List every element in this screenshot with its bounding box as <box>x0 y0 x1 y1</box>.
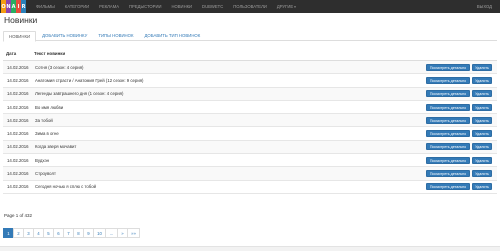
logo-letter: R <box>21 0 26 13</box>
page-link[interactable]: »» <box>127 228 140 238</box>
view-detail-button[interactable]: Посмотреть детально <box>426 116 470 124</box>
nav-menu: Фильмы Категории Реклама Предыстории Новинки… <box>31 4 301 9</box>
row-text: Во имя любви <box>35 104 64 110</box>
row-text: Вудхэн <box>35 157 50 163</box>
delete-button[interactable]: Удалить <box>472 183 492 191</box>
header-date: Дата <box>6 51 17 56</box>
logo[interactable]: ONAIR <box>1 0 26 13</box>
row-actions: Посмотреть детально Удалить <box>426 90 494 98</box>
tab[interactable]: Новинки <box>3 31 37 42</box>
nav-item[interactable]: Dubwetc <box>197 4 228 9</box>
row-text: Зима в огне <box>35 131 59 137</box>
row-text: За тобой <box>35 117 53 123</box>
table-row: 14.02.2016 Анатомия страсти / Анатомия Гр… <box>3 74 497 88</box>
footer <box>0 246 500 251</box>
nav-item-label: Предыстории <box>129 4 162 9</box>
nav-item-label: Dubwetc <box>202 4 224 9</box>
table-row: 14.02.2016 Вудхэн Посмотреть детально Удали… <box>3 154 497 168</box>
row-text: Когда зверя мочавит <box>35 144 77 150</box>
row-text: Легенды завтрашнего дня (1 сезон: 4 сери… <box>35 91 124 97</box>
nav-item[interactable]: Пользователи <box>228 4 272 9</box>
view-detail-button[interactable]: Посмотреть детально <box>426 90 470 98</box>
row-text: Анатомия страсти / Анатомия Грей (12 сез… <box>35 77 144 83</box>
row-date: 14.02.2016 <box>7 77 29 83</box>
tabs-bar: Новинки Добавить новинку Типы новинок Добав… <box>3 31 497 42</box>
nav-item[interactable]: Другие▾ <box>272 4 301 9</box>
row-actions: Посмотреть детально Удалить <box>426 143 494 151</box>
delete-button[interactable]: Удалить <box>472 170 492 178</box>
table-row: 14.02.2016 За тобой Посмотреть детально Уда… <box>3 114 497 128</box>
nav-item[interactable]: Новинки <box>166 4 197 9</box>
table-row: 14.02.2016 Сотня (3 сезон: 4 серия) Посмот… <box>3 61 497 75</box>
page-info: Page 1 of 432 <box>4 213 33 218</box>
nav-item-label: Пользователи <box>233 4 267 9</box>
table-row: 14.02.2016 Когда зверя мочавит Посмотреть … <box>3 140 497 155</box>
tab[interactable]: Добавить новинку <box>37 31 92 41</box>
row-date: 14.02.2016 <box>7 184 29 190</box>
view-detail-button[interactable]: Посмотреть детально <box>426 156 470 164</box>
nav-item[interactable]: Категории <box>60 4 94 9</box>
view-detail-button[interactable]: Посмотреть детально <box>426 63 470 71</box>
row-date: 14.02.2016 <box>7 144 29 150</box>
header-text: Текст новинки <box>34 51 66 56</box>
nav-item-label: Фильмы <box>36 4 55 9</box>
nav-item-label: Новинки <box>171 4 193 9</box>
chevron-down-icon: ▾ <box>294 5 296 9</box>
nav-item-label: Другие <box>276 4 294 9</box>
pagination: 1 2 3 4 5 6 7 8 9 10...»»» <box>3 228 140 238</box>
row-date: 14.02.2016 <box>7 131 29 137</box>
view-detail-button[interactable]: Посмотреть детально <box>426 183 470 191</box>
row-actions: Посмотреть детально Удалить <box>426 170 494 178</box>
table-row: 14.02.2016 Во имя любви Посмотреть детальн… <box>3 101 497 115</box>
table-row: 14.02.2016 Зима в огне Посмотреть детально… <box>3 127 497 141</box>
top-navbar: ONAIR Фильмы Категории Реклама Предыстории Н… <box>0 0 500 13</box>
row-actions: Посмотреть детально Удалить <box>426 116 494 124</box>
row-text: Сегодня ночью я сплю с тобой <box>35 184 97 190</box>
row-date: 14.02.2016 <box>7 91 29 97</box>
delete-button[interactable]: Удалить <box>472 130 492 138</box>
row-date: 14.02.2016 <box>7 157 29 163</box>
nav-item-label: Категории <box>64 4 90 9</box>
delete-button[interactable]: Удалить <box>472 90 492 98</box>
view-detail-button[interactable]: Посмотреть детально <box>426 76 470 84</box>
delete-button[interactable]: Удалить <box>472 63 492 71</box>
row-text: Сотня (3 сезон: 4 серия) <box>35 64 84 70</box>
nav-item-label: Реклама <box>99 4 120 9</box>
view-detail-button[interactable]: Посмотреть детально <box>426 143 470 151</box>
row-actions: Посмотреть детально Удалить <box>426 183 494 191</box>
view-detail-button[interactable]: Посмотреть детально <box>426 170 470 178</box>
nav-item[interactable]: Фильмы <box>31 4 60 9</box>
row-date: 14.02.2016 <box>7 171 29 177</box>
nav-item[interactable]: Реклама <box>94 4 124 9</box>
row-actions: Посмотреть детально Удалить <box>426 103 494 111</box>
logout-link[interactable]: Выход <box>477 4 492 9</box>
row-actions: Посмотреть детально Удалить <box>426 63 494 71</box>
row-actions: Посмотреть детально Удалить <box>426 130 494 138</box>
table-header: Дата Текст новинки <box>3 51 497 61</box>
row-actions: Посмотреть детально Удалить <box>426 156 494 164</box>
table-row: 14.02.2016 Строуволт Посмотреть детально Уд… <box>3 167 497 181</box>
tab[interactable]: Типы новинок <box>93 31 138 41</box>
row-date: 14.02.2016 <box>7 104 29 110</box>
row-date: 14.02.2016 <box>7 117 29 123</box>
page-title: Новинки <box>4 15 38 25</box>
view-detail-button[interactable]: Посмотреть детально <box>426 103 470 111</box>
delete-button[interactable]: Удалить <box>472 143 492 151</box>
delete-button[interactable]: Удалить <box>472 76 492 84</box>
tab[interactable]: Добавить тип новинок <box>140 31 206 41</box>
delete-button[interactable]: Удалить <box>472 156 492 164</box>
view-detail-button[interactable]: Посмотреть детально <box>426 130 470 138</box>
row-text: Строуволт <box>35 171 56 177</box>
row-actions: Посмотреть детально Удалить <box>426 76 494 84</box>
row-date: 14.02.2016 <box>7 64 29 70</box>
nav-item[interactable]: Предыстории <box>124 4 166 9</box>
table-row: 14.02.2016 Сегодня ночью я сплю с тобой По… <box>3 181 497 194</box>
delete-button[interactable]: Удалить <box>472 116 492 124</box>
table-row: 14.02.2016 Легенды завтрашнего дня (1 сез… <box>3 87 497 101</box>
table-body: 14.02.2016 Сотня (3 сезон: 4 серия) Посмот… <box>3 61 497 194</box>
delete-button[interactable]: Удалить <box>472 103 492 111</box>
